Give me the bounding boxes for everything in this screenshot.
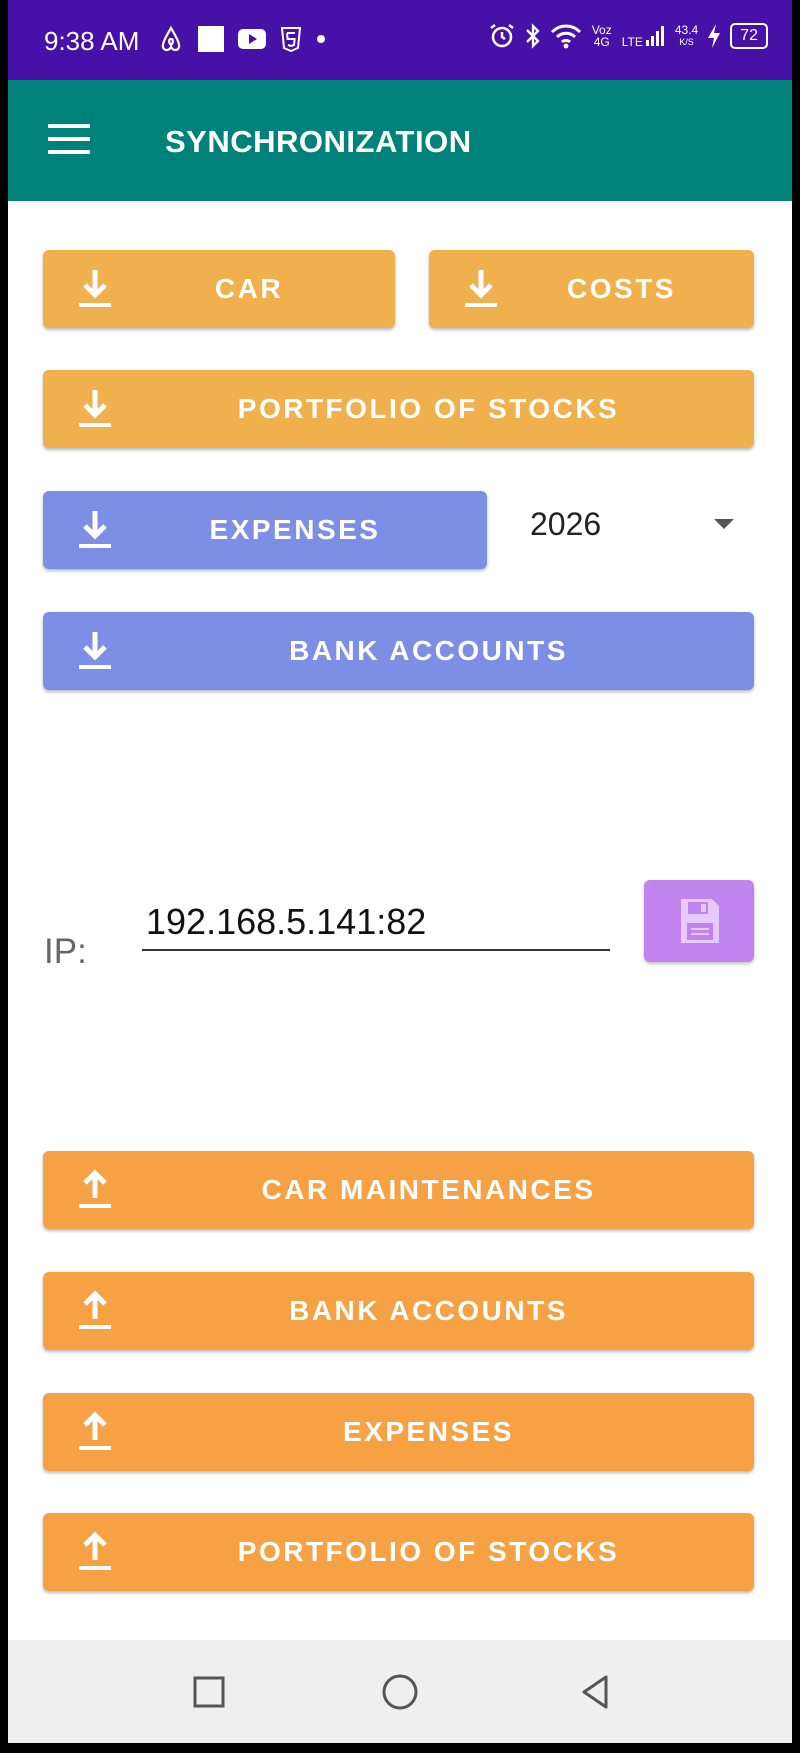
ip-input[interactable]: [142, 895, 610, 951]
net-speed: 43.4 K/S: [675, 24, 698, 48]
download-bank-accounts-label: BANK ACCOUNTS: [289, 635, 568, 666]
download-expenses-label: EXPENSES: [209, 514, 381, 545]
download-portfolio-button[interactable]: PORTFOLIO OF STOCKS: [43, 370, 754, 448]
lte-signal: LTE: [622, 24, 667, 48]
download-costs-button[interactable]: COSTS: [429, 250, 754, 328]
system-icons: Voz 4G LTE 43.4 K/S 72: [488, 22, 768, 50]
download-car-label: CAR: [214, 273, 284, 304]
html5-icon: [280, 27, 302, 52]
speed-value: 43.4: [674, 23, 699, 37]
upload-car-maintenances-button[interactable]: CAR MAINTENANCES: [43, 1151, 754, 1229]
airbnb-icon: [161, 25, 181, 52]
recents-square-icon[interactable]: [187, 1670, 231, 1714]
youtube-icon: [238, 29, 266, 49]
upload-portfolio-label: PORTFOLIO OF STOCKS: [237, 1536, 620, 1567]
hamburger-menu-icon[interactable]: [48, 124, 90, 156]
wifi-icon: [550, 24, 581, 49]
upload-expenses-button[interactable]: EXPENSES: [43, 1393, 754, 1471]
status-time: 9:38 AM: [44, 26, 140, 56]
network-type: Voz 4G: [591, 23, 612, 49]
upload-bank-accounts-label: BANK ACCOUNTS: [289, 1295, 568, 1326]
download-expenses-button[interactable]: EXPENSES: [43, 491, 487, 569]
speed-unit: K/S: [679, 37, 694, 47]
download-car-button[interactable]: CAR: [43, 250, 395, 328]
status-bar: 9:38 AM Voz 4G LTE 43.4 K/S 72: [8, 0, 792, 80]
dropdown-arrow-icon: [714, 519, 734, 529]
download-portfolio-label: PORTFOLIO OF STOCKS: [237, 393, 620, 424]
app-square-icon: [198, 26, 224, 52]
notification-icons: [158, 25, 326, 53]
upload-portfolio-button[interactable]: PORTFOLIO OF STOCKS: [43, 1513, 754, 1591]
upload-expenses-label: EXPENSES: [343, 1416, 514, 1447]
year-value: 2026: [530, 506, 602, 542]
alarm-icon: [489, 24, 514, 48]
more-dot-icon: [317, 35, 325, 43]
system-nav-bar: [8, 1640, 792, 1743]
lte-label: LTE: [621, 35, 643, 49]
floppy-disk-icon: [681, 899, 719, 943]
download-bank-accounts-button[interactable]: BANK ACCOUNTS: [43, 612, 754, 690]
save-ip-button[interactable]: [644, 880, 754, 962]
back-triangle-icon[interactable]: [574, 1670, 618, 1714]
battery-level: 72: [730, 23, 768, 49]
page-title: SYNCHRONIZATION: [165, 124, 472, 159]
ip-label: IP:: [44, 932, 87, 971]
upload-car-maintenances-label: CAR MAINTENANCES: [261, 1174, 596, 1205]
upload-bank-accounts-button[interactable]: BANK ACCOUNTS: [43, 1272, 754, 1350]
phone-screen: 9:38 AM Voz 4G LTE 43.4 K/S 72 SYNCHRONI…: [8, 0, 792, 1743]
charging-icon: [708, 24, 721, 48]
bluetooth-icon: [525, 23, 540, 49]
download-costs-label: COSTS: [567, 273, 676, 304]
app-bar: SYNCHRONIZATION: [8, 80, 792, 201]
home-circle-icon[interactable]: [378, 1670, 422, 1714]
signal-icon: [645, 26, 664, 46]
year-dropdown[interactable]: 2026: [522, 489, 762, 559]
